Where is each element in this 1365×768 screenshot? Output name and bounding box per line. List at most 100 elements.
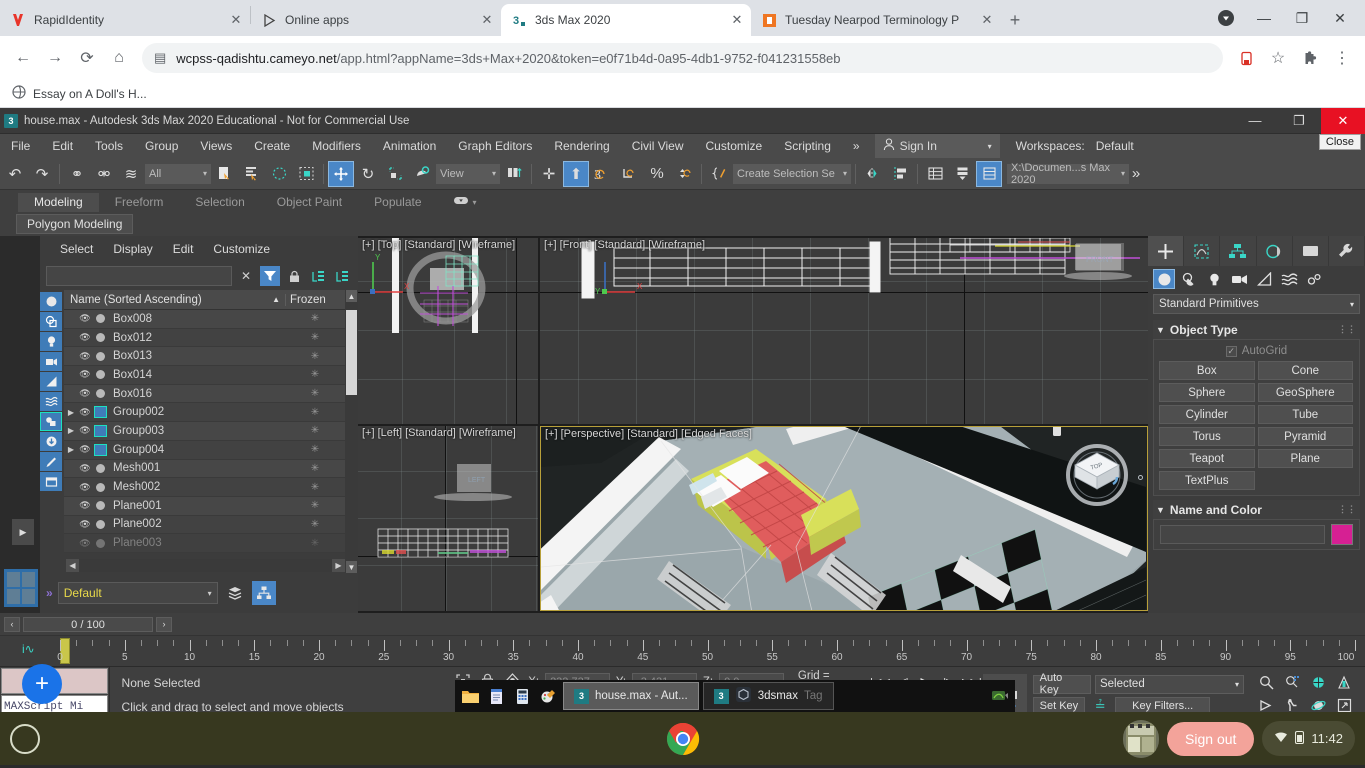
filter-lights-icon[interactable] [40, 332, 62, 351]
max-minimize-button[interactable]: — [1233, 108, 1277, 134]
next-frame-button[interactable]: › [156, 616, 172, 632]
table-row[interactable]: 👁 Plane002 ✳ [64, 515, 345, 535]
filter-containers-icon[interactable] [40, 472, 62, 491]
menu-group[interactable]: Group [134, 134, 189, 158]
visibility-icon[interactable]: 👁 [78, 463, 92, 474]
snap-toggle-icon[interactable]: ⬆ [563, 160, 589, 187]
expand-all-icon[interactable] [308, 266, 328, 286]
tube-button[interactable]: Tube [1257, 405, 1353, 424]
viewport-perspective[interactable]: Z Y X TOP [540, 425, 1148, 611]
object-color-swatch[interactable] [1331, 524, 1353, 545]
unlink-selection-icon[interactable]: ⚮ [91, 161, 117, 187]
box-button[interactable]: Box [1159, 361, 1255, 380]
visibility-icon[interactable]: 👁 [78, 519, 92, 530]
visibility-icon[interactable]: 👁 [78, 425, 92, 436]
textplus-button[interactable]: TextPlus [1159, 471, 1255, 490]
utilities-tab[interactable] [1329, 236, 1365, 266]
redo-icon[interactable]: ↷ [29, 161, 55, 187]
tray-network-icon[interactable] [989, 685, 1011, 707]
ribbon-options-dropdown[interactable]: ▾ [438, 193, 493, 212]
tab-close-icon[interactable]: ✕ [479, 12, 495, 28]
cameras-icon[interactable] [1228, 269, 1250, 289]
name-and-color-header[interactable]: ▼ Name and Color ⋮⋮ [1153, 500, 1360, 519]
prev-frame-button[interactable]: ‹ [4, 616, 20, 632]
clear-search-icon[interactable]: ✕ [236, 266, 256, 286]
systems-icon[interactable] [1303, 269, 1325, 289]
sign-out-button[interactable]: Sign out [1167, 721, 1255, 756]
column-header-frozen[interactable]: Frozen [285, 293, 345, 306]
tab-close-icon[interactable]: ✕ [228, 12, 244, 28]
maximize-button[interactable]: ❐ [1285, 3, 1319, 33]
column-header-name[interactable]: Name (Sorted Ascending) [64, 294, 272, 306]
sphere-button[interactable]: Sphere [1159, 383, 1255, 402]
viewport-label-top[interactable]: [+] [Top] [Standard] [Wireframe] [362, 239, 515, 251]
helpers-icon[interactable] [1253, 269, 1275, 289]
browser-tab-3[interactable]: Tuesday Nearpod Terminology P ✕ [751, 4, 1001, 36]
menu-scripting[interactable]: Scripting [773, 134, 842, 158]
chevron-down-icon[interactable]: ▾ [988, 142, 992, 151]
select-and-link-icon[interactable]: ⚭ [64, 161, 90, 187]
reference-coordinate-dropdown[interactable]: View ▾ [436, 163, 500, 184]
edit-named-selection-sets-icon[interactable] [706, 161, 732, 187]
display-tab[interactable] [1293, 236, 1329, 266]
ribbon-tab-selection[interactable]: Selection [179, 193, 260, 212]
menu-animation[interactable]: Animation [372, 134, 447, 158]
visibility-icon[interactable]: 👁 [78, 369, 92, 380]
new-tab-button[interactable]: + [1001, 6, 1029, 34]
signin-button[interactable]: Sign In ▾ [874, 134, 1000, 158]
hscroll-right-icon[interactable]: ▶ [332, 559, 345, 572]
menu-file[interactable]: File [0, 134, 41, 158]
hscroll-left-icon[interactable]: ◀ [66, 559, 79, 572]
geosphere-button[interactable]: GeoSphere [1257, 383, 1353, 402]
address-bar[interactable]: ▤ wcpss-qadishtu.cameyo.net/app.html?app… [142, 43, 1223, 73]
frozen-icon[interactable]: ✳ [285, 444, 345, 455]
vscroll-track[interactable] [346, 302, 357, 561]
lights-icon[interactable] [1203, 269, 1225, 289]
browser-close-button[interactable]: ✕ [1323, 3, 1357, 33]
viewport-label-perspective[interactable]: [+] [Perspective] [Standard] [Edged Face… [545, 428, 752, 440]
bind-to-space-warp-icon[interactable]: ≋ [118, 161, 144, 187]
space-warps-icon[interactable] [1278, 269, 1300, 289]
menu-graph-editors[interactable]: Graph Editors [447, 134, 543, 158]
filter-space-warps-icon[interactable] [40, 392, 62, 411]
undo-icon[interactable]: ↶ [2, 161, 28, 187]
frozen-icon[interactable]: ✳ [285, 332, 345, 343]
visibility-icon[interactable]: 👁 [78, 313, 92, 324]
percent-snap-icon[interactable] [617, 161, 643, 187]
calculator-icon[interactable] [511, 685, 533, 707]
visibility-icon[interactable]: 👁 [78, 500, 92, 511]
named-selection-set-dropdown[interactable]: Create Selection Se ▾ [733, 163, 851, 184]
row-expander[interactable]: ▶ [64, 426, 78, 435]
table-row[interactable]: 👁 Mesh001 ✳ [64, 459, 345, 479]
table-row[interactable]: 👁 Box008 ✳ [64, 310, 345, 329]
use-center-icon[interactable]: ✛ [536, 161, 562, 187]
filter-helpers-icon[interactable] [40, 372, 62, 391]
select-and-scale-icon[interactable] [382, 161, 408, 187]
menu-edit[interactable]: Edit [41, 134, 84, 158]
viewport-top[interactable]: Y X [+] [Top] [Standard] [Wireframe] [358, 238, 538, 424]
collapse-all-icon[interactable] [332, 266, 352, 286]
viewport-layout-button[interactable] [4, 569, 38, 607]
scene-explorer-icon[interactable] [949, 161, 975, 187]
auto-key-button[interactable]: Auto Key [1032, 672, 1091, 696]
row-expander[interactable]: ▶ [64, 445, 78, 454]
workspaces-selector[interactable]: Workspaces: Default [1016, 138, 1222, 154]
filter-cameras-icon[interactable] [40, 352, 62, 371]
folder-icon[interactable] [459, 685, 481, 707]
field-of-view-icon[interactable] [1336, 675, 1353, 693]
zoom-all-icon[interactable] [1284, 675, 1301, 693]
bookmark-star-icon[interactable]: ☆ [1263, 43, 1293, 73]
ribbon-tab-object-paint[interactable]: Object Paint [261, 193, 358, 212]
cone-button[interactable]: Cone [1257, 361, 1353, 380]
key-mode-dropdown[interactable]: Selected ▾ [1094, 674, 1244, 694]
lock-icon[interactable] [284, 266, 304, 286]
profile-icon[interactable] [1209, 3, 1243, 33]
back-icon[interactable]: ← [8, 43, 38, 73]
minimize-button[interactable]: — [1247, 3, 1281, 33]
toolbar-overflow-icon[interactable]: » [1130, 161, 1142, 187]
scene-explorer-vscrollbar[interactable]: ▲ ▼ [345, 290, 358, 573]
hscroll-track[interactable] [79, 559, 332, 572]
angle-snap-icon[interactable]: 3 [590, 161, 616, 187]
notepad-icon[interactable] [485, 685, 507, 707]
select-region-icon[interactable] [266, 161, 292, 187]
